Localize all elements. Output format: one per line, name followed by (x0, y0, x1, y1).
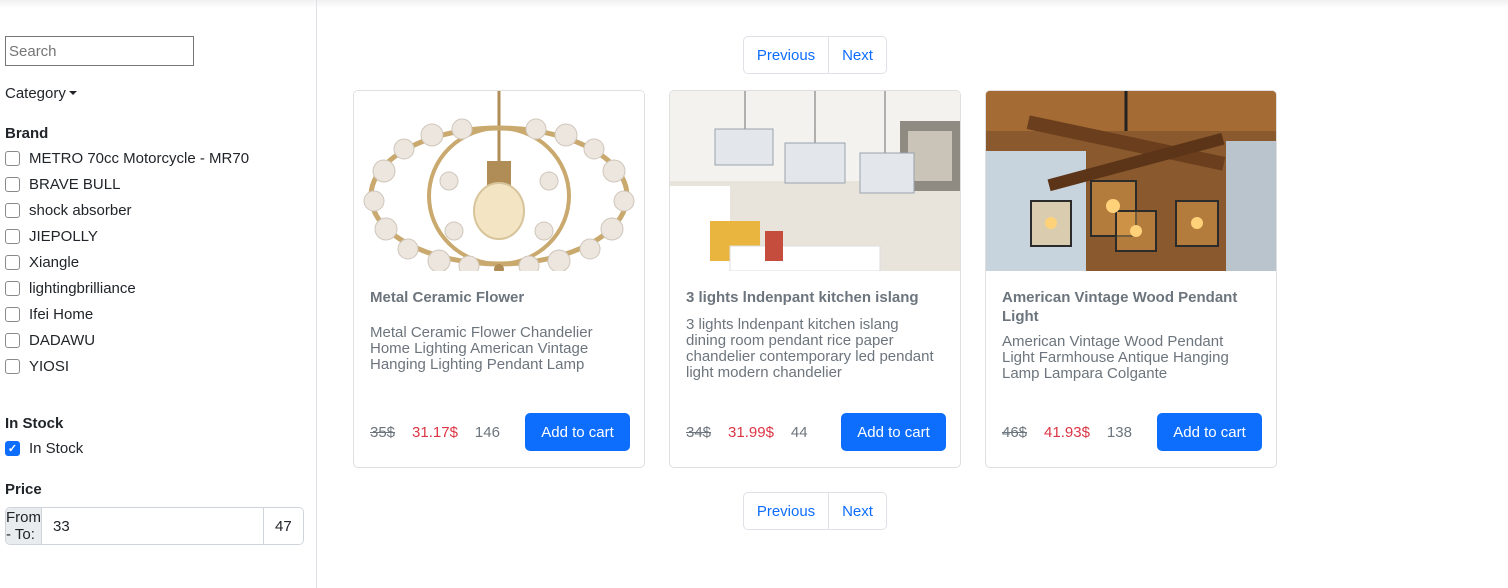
brand-option[interactable]: BRAVE BULL (5, 171, 249, 197)
category-label: Category (5, 85, 66, 102)
brand-label: shock absorber (29, 201, 132, 219)
price-row: 46$ 41.93$ 138 Add to cart (1002, 413, 1262, 451)
pagination-top: Previous Next (743, 36, 887, 74)
brand-option[interactable]: lightingbrilliance (5, 275, 249, 301)
product-description: 3 lights lndenpant kitchen islang dining… (686, 316, 934, 381)
add-to-cart-button[interactable]: Add to cart (525, 413, 630, 451)
product-title[interactable]: Metal Ceramic Flower (370, 288, 630, 307)
brand-label: BRAVE BULL (29, 175, 121, 193)
pagination-bottom: Previous Next (743, 492, 887, 530)
stock-count: 138 (1106, 423, 1132, 441)
sale-price: 31.17$ (412, 423, 458, 441)
stock-title: In Stock (5, 415, 64, 432)
category-dropdown[interactable]: Category (5, 85, 77, 102)
brand-label: lightingbrilliance (29, 279, 136, 297)
price-from-input[interactable] (42, 508, 263, 544)
product-title[interactable]: American Vintage Wood Pendant Light (1002, 288, 1262, 326)
brand-label: METRO 70cc Motorcycle - MR70 (29, 149, 250, 167)
price-range-label: From - To: (6, 508, 42, 544)
previous-page-button[interactable]: Previous (744, 493, 829, 529)
brand-label: Xiangle (29, 253, 80, 271)
price-row: 35$ 31.17$ 146 Add to cart (370, 413, 630, 451)
sale-price: 31.99$ (728, 423, 774, 441)
brand-title: Brand (5, 125, 49, 142)
brand-option[interactable]: Xiangle (5, 249, 249, 275)
next-page-button[interactable]: Next (829, 37, 886, 73)
checkbox[interactable] (5, 228, 20, 244)
checkbox[interactable] (5, 176, 20, 192)
caret-down-icon (68, 91, 77, 95)
brand-option[interactable]: METRO 70cc Motorcycle - MR70 (5, 145, 249, 171)
stock-count: 146 (474, 423, 500, 441)
stock-list: ✓ In Stock (5, 435, 83, 461)
in-stock-label: In Stock (29, 439, 84, 457)
checkbox-checked-icon[interactable]: ✓ (5, 440, 20, 456)
sale-price: 41.93$ (1044, 423, 1090, 441)
brand-option[interactable]: YIOSI (5, 353, 249, 379)
brand-option[interactable]: shock absorber (5, 197, 249, 223)
checkbox[interactable] (5, 358, 20, 374)
product-card: 3 lights lndenpant kitchen islang 3 ligh… (669, 90, 961, 468)
product-description: Metal Ceramic Flower Chandelier Home Lig… (370, 324, 593, 373)
checkbox[interactable] (5, 150, 20, 166)
search-input[interactable] (5, 36, 194, 66)
product-card: American Vintage Wood Pendant Light Amer… (985, 90, 1277, 468)
brand-label: YIOSI (29, 357, 70, 375)
price-to-input[interactable] (263, 508, 303, 544)
filter-sidebar: Category Brand METRO 70cc Motorcycle - M… (0, 0, 317, 588)
brand-label: Ifei Home (29, 305, 94, 323)
product-image[interactable] (986, 91, 1276, 271)
checkbox[interactable] (5, 332, 20, 348)
brand-label: DADAWU (29, 331, 96, 349)
stock-count: 44 (790, 423, 808, 441)
brand-option[interactable]: JIEPOLLY (5, 223, 249, 249)
add-to-cart-button[interactable]: Add to cart (841, 413, 946, 451)
checkbox[interactable] (5, 254, 20, 270)
checkbox[interactable] (5, 280, 20, 296)
product-card: Metal Ceramic Flower Metal Ceramic Flowe… (353, 90, 645, 468)
next-page-button[interactable]: Next (829, 493, 886, 529)
checkbox[interactable] (5, 306, 20, 322)
brand-list: METRO 70cc Motorcycle - MR70 BRAVE BULL … (5, 145, 249, 379)
previous-page-button[interactable]: Previous (744, 37, 829, 73)
brand-label: JIEPOLLY (29, 227, 98, 245)
brand-option[interactable]: DADAWU (5, 327, 249, 353)
product-image[interactable] (354, 91, 644, 271)
old-price: 35$ (370, 423, 396, 441)
in-stock-option[interactable]: ✓ In Stock (5, 435, 83, 461)
old-price: 46$ (1002, 423, 1028, 441)
price-range-group: From - To: (5, 507, 304, 545)
old-price: 34$ (686, 423, 712, 441)
price-title: Price (5, 481, 42, 498)
add-to-cart-button[interactable]: Add to cart (1157, 413, 1262, 451)
product-image[interactable] (670, 91, 960, 271)
product-description: American Vintage Wood Pendant Light Farm… (1002, 333, 1229, 382)
checkbox[interactable] (5, 202, 20, 218)
product-title[interactable]: 3 lights lndenpant kitchen islang (686, 288, 946, 307)
brand-option[interactable]: Ifei Home (5, 301, 249, 327)
price-row: 34$ 31.99$ 44 Add to cart (686, 413, 946, 451)
